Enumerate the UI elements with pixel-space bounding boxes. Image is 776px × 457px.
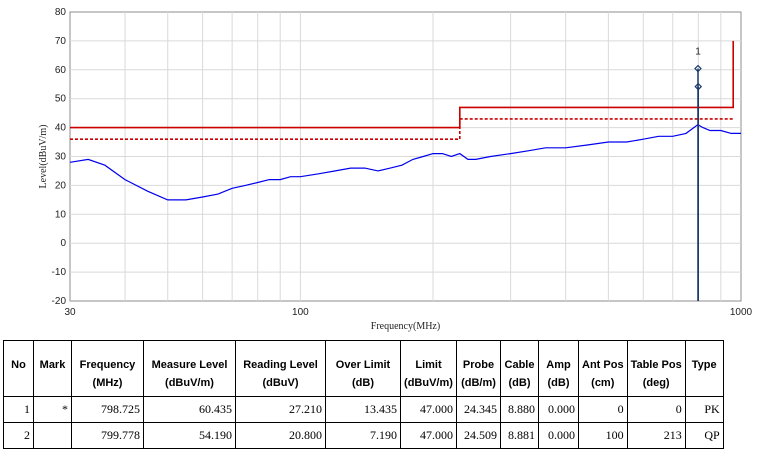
header-reading-level: Reading Level (235, 340, 326, 371)
cell-type: PK (684, 396, 724, 423)
cell-measure-level: 60.435 (143, 396, 236, 423)
cell-mark (33, 422, 72, 449)
cell-ant-pos: 100 (578, 422, 628, 449)
table-header-row: No Mark Frequency Measure Level Reading … (3, 340, 724, 371)
unit-measure-level: (dBuV/m) (143, 370, 236, 397)
y-tick-label: 80 (55, 7, 67, 18)
header-type: Type (684, 340, 724, 371)
unit-ant-pos: (cm) (578, 370, 628, 397)
y-tick-label: 60 (55, 65, 67, 76)
y-tick-label: 50 (55, 94, 67, 105)
table-row: 2 799.778 54.190 20.800 7.190 47.000 24.… (3, 422, 724, 449)
unit-frequency: (MHz) (71, 370, 144, 397)
header-amp: Amp (538, 340, 579, 371)
cell-no: 1 (3, 396, 34, 423)
cell-over-limit: 13.435 (325, 396, 401, 423)
cell-limit: 47.000 (400, 422, 457, 449)
unit-no (3, 370, 34, 397)
cell-frequency: 799.778 (71, 422, 144, 449)
x-axis-label: Frequency(MHz) (371, 321, 440, 332)
header-no: No (3, 340, 34, 371)
cell-table-pos: 213 (626, 422, 686, 449)
header-table-pos: Table Pos (626, 340, 686, 371)
cell-measure-level: 54.190 (143, 422, 236, 449)
cell-table-pos: 0 (626, 396, 686, 423)
unit-cable: (dB) (500, 370, 539, 397)
unit-over-limit: (dB) (325, 370, 401, 397)
measurement-table: No Mark Frequency Measure Level Reading … (3, 340, 724, 449)
x-tick-label: 1000 (730, 307, 753, 318)
cell-no: 2 (3, 422, 34, 449)
header-limit: Limit (400, 340, 457, 371)
unit-mark (33, 370, 72, 397)
marker-label: 1 (695, 47, 701, 58)
x-tick-label: 30 (64, 307, 76, 318)
y-tick-label: -20 (52, 296, 67, 307)
cell-probe: 24.345 (456, 396, 501, 423)
cell-over-limit: 7.190 (325, 422, 401, 449)
header-measure-level: Measure Level (143, 340, 236, 371)
cell-limit: 47.000 (400, 396, 457, 423)
unit-reading-level: (dBuV) (235, 370, 326, 397)
y-axis-label: Level(dBuV/m) (38, 125, 49, 189)
x-tick-label: 100 (292, 307, 309, 318)
cell-cable: 8.880 (500, 396, 539, 423)
y-tick-label: 20 (55, 180, 67, 191)
unit-probe: (dB/m) (456, 370, 501, 397)
y-tick-label: -10 (52, 267, 67, 278)
unit-type (684, 370, 724, 397)
cell-reading-level: 20.800 (235, 422, 326, 449)
unit-table-pos: (deg) (626, 370, 686, 397)
header-ant-pos: Ant Pos (578, 340, 628, 371)
y-tick-label: 70 (55, 36, 67, 47)
header-cable: Cable (500, 340, 539, 371)
cell-reading-level: 27.210 (235, 396, 326, 423)
header-over-limit: Over Limit (325, 340, 401, 371)
unit-amp: (dB) (538, 370, 579, 397)
table-unit-row: (MHz) (dBuV/m) (dBuV) (dB) (dBuV/m) (dB/… (3, 370, 724, 397)
y-tick-label: 30 (55, 152, 67, 163)
cell-frequency: 798.725 (71, 396, 144, 423)
cell-cable: 8.881 (500, 422, 539, 449)
cell-amp: 0.000 (538, 396, 579, 423)
table-row: 1 * 798.725 60.435 27.210 13.435 47.000 … (3, 396, 724, 423)
chart-svg: -20 -10 0 10 20 30 40 50 60 70 80 30 100 1000 Frequenc… (0, 0, 776, 336)
unit-limit: (dBuV/m) (400, 370, 457, 397)
y-tick-label: 10 (55, 209, 67, 220)
cell-probe: 24.509 (456, 422, 501, 449)
header-mark: Mark (33, 340, 72, 371)
cell-amp: 0.000 (538, 422, 579, 449)
emission-chart: -20 -10 0 10 20 30 40 50 60 70 80 30 100 1000 Frequenc… (0, 0, 776, 336)
cell-mark: * (33, 396, 72, 423)
header-probe: Probe (456, 340, 501, 371)
cell-ant-pos: 0 (578, 396, 628, 423)
y-tick-label: 0 (60, 238, 66, 249)
header-frequency: Frequency (71, 340, 144, 371)
cell-type: QP (684, 422, 724, 449)
y-tick-label: 40 (55, 123, 67, 134)
